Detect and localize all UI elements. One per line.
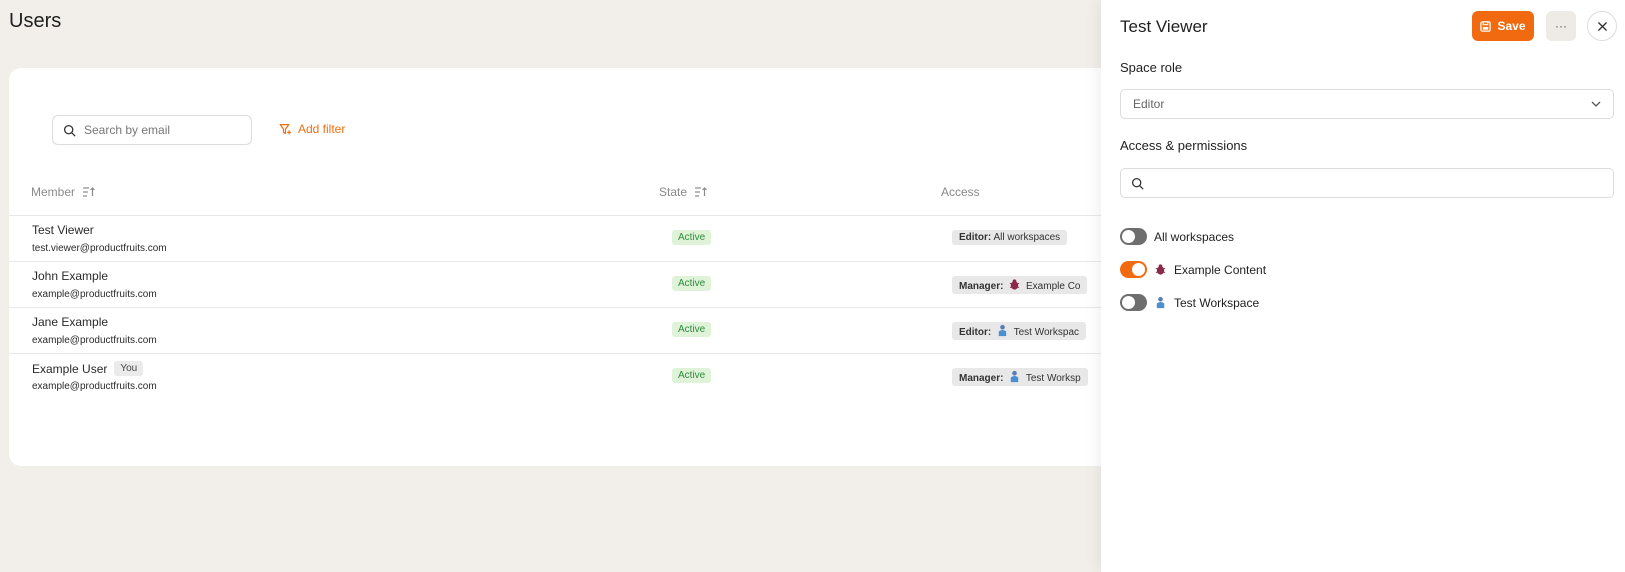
users-table-card: Add filter Member State Access Test View… [9,68,1149,466]
member-name-text: Example User [32,361,108,376]
access-scope: Example Co [1026,281,1081,292]
person-icon [1011,370,1019,383]
permissions-search-field[interactable] [1120,168,1614,198]
access-role: Editor: [959,327,992,338]
all-workspaces-toggle[interactable] [1120,228,1147,245]
access-scope: Test Worksp [1025,373,1081,384]
you-badge: You [114,361,144,376]
panel-title: Test Viewer [1120,17,1208,36]
column-header-state-label: State [659,185,688,199]
close-icon [1597,21,1607,31]
chevron-down-icon [1591,101,1601,107]
more-icon: ··· [1555,19,1567,33]
access-role: Editor: [959,232,992,243]
access-role: Manager: [959,281,1004,292]
more-options-button[interactable]: ··· [1546,11,1576,41]
user-detail-panel: Test Viewer Save ··· Space role Editor A… [1101,0,1625,572]
column-header-access: Access [941,185,980,199]
bug-icon [1010,279,1020,290]
member-name-text: Jane Example [32,315,109,329]
test-workspace-toggle[interactable] [1120,294,1147,311]
table-row[interactable]: Jane Example example@productfruits.com A… [9,307,1149,353]
save-icon [1480,20,1492,32]
toggle-row-test-workspace: Test Workspace [1120,294,1259,311]
column-header-member-label: Member [31,185,76,199]
member-name-text: John Example [32,269,109,283]
toggle-label: Test Workspace [1174,295,1260,310]
member-name: Test Viewer [32,223,94,237]
member-name-text: Test Viewer [32,223,94,237]
space-role-value: Editor [1133,97,1165,111]
sort-icon[interactable] [83,187,95,197]
access-badge: Manager: Test Worksp [952,368,1088,386]
save-button[interactable]: Save [1472,11,1534,41]
table-row[interactable]: Example User You example@productfruits.co… [9,353,1149,399]
bug-icon [1155,264,1166,275]
table-row[interactable]: Test Viewer test.viewer@productfruits.co… [9,215,1149,261]
column-header-access-label: Access [941,185,980,199]
person-icon [1156,296,1165,309]
permissions-search-input[interactable] [1152,176,1592,190]
person-icon [998,324,1007,337]
column-header-member[interactable]: Member [31,185,95,199]
status-badge: Active [672,322,712,337]
access-scope: All workspaces [993,232,1061,243]
status-badge: Active [672,276,712,291]
access-scope: Test Workspac [1013,327,1079,338]
member-email: example@productfruits.com [32,289,157,300]
toggle-label: Example Content [1174,262,1267,277]
status-badge: Active [672,368,712,383]
add-filter-label: Add filter [298,122,346,136]
toggle-label: All workspaces [1154,229,1235,244]
toggle-row-example-content: Example Content [1120,261,1266,278]
close-button[interactable] [1587,11,1617,41]
access-badge: Manager: Example Co [952,276,1088,294]
example-content-toggle[interactable] [1120,261,1147,278]
member-name: Example User You [32,361,144,376]
space-role-select[interactable]: Editor [1120,89,1614,119]
save-button-label: Save [1497,19,1526,33]
search-icon [63,124,76,136]
member-name: Jane Example [32,315,108,329]
add-filter-button[interactable]: Add filter [279,122,345,136]
status-badge: Active [672,230,712,245]
member-email: test.viewer@productfruits.com [32,243,167,254]
member-email: example@productfruits.com [32,381,157,392]
filter-plus-icon [279,123,292,134]
access-permissions-label: Access & permissions [1120,138,1248,153]
table-row[interactable]: John Example example@productfruits.com A… [9,261,1149,307]
column-header-state[interactable]: State [659,185,707,199]
sort-icon[interactable] [695,187,707,197]
access-badge: Editor: All workspaces [952,230,1068,245]
page-title: Users [9,10,62,32]
toggle-row-all-workspaces: All workspaces [1120,228,1234,245]
member-name: John Example [32,269,108,283]
access-badge: Editor: Test Workspac [952,322,1086,340]
search-field[interactable] [52,115,252,145]
access-role: Manager: [959,373,1004,384]
member-email: example@productfruits.com [32,335,157,346]
search-input[interactable] [84,123,234,137]
search-icon [1131,177,1144,189]
space-role-label: Space role [1120,60,1183,75]
